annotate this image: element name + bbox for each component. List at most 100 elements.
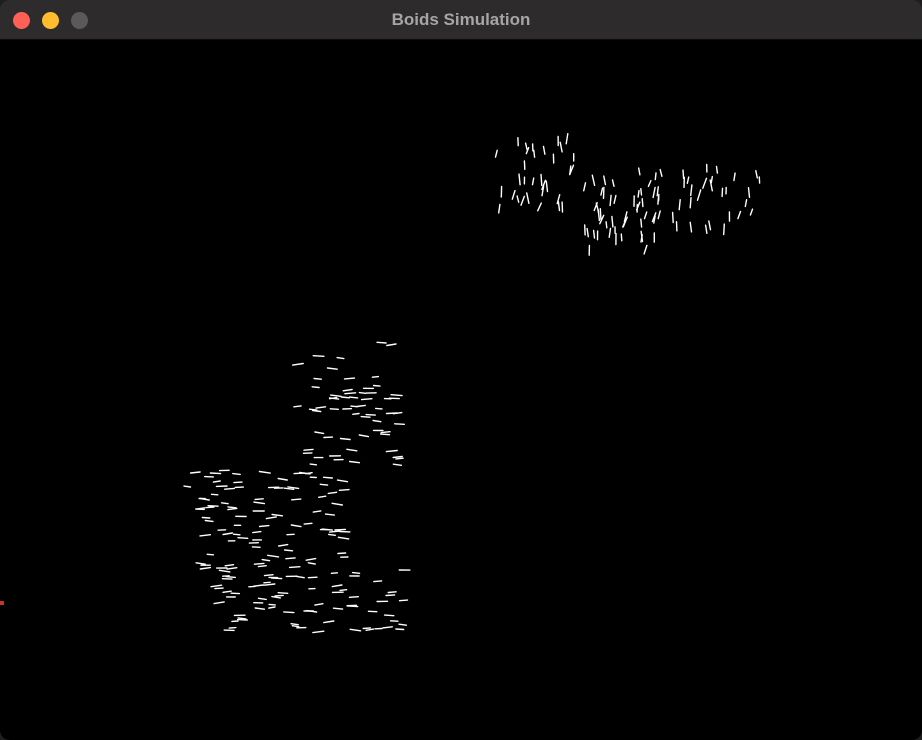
boid [324, 513, 335, 516]
boid [358, 391, 367, 394]
boid [620, 233, 623, 242]
boid [285, 557, 296, 560]
boid [288, 566, 301, 569]
boid [222, 590, 232, 593]
boid [395, 628, 405, 631]
boid [537, 202, 542, 212]
boid [524, 142, 528, 151]
boid [328, 530, 341, 533]
boid [337, 536, 350, 540]
boid [690, 184, 693, 197]
boid [263, 581, 271, 584]
boid [689, 221, 693, 233]
boid [356, 404, 366, 408]
boid [331, 502, 343, 506]
boid [344, 392, 357, 395]
boid [603, 175, 607, 186]
boid [283, 487, 295, 490]
boid [271, 513, 284, 517]
boid [652, 186, 656, 199]
boid [326, 367, 338, 370]
boid [277, 477, 288, 481]
boid [643, 211, 648, 220]
boid [392, 463, 403, 466]
boid [271, 577, 283, 580]
boid [365, 628, 375, 631]
boid [704, 224, 708, 235]
boid [303, 448, 314, 451]
boid [643, 244, 648, 255]
boid [383, 614, 395, 617]
boid [303, 522, 313, 525]
boid [195, 562, 206, 565]
boid [385, 594, 396, 597]
boid [608, 227, 612, 239]
boid [349, 628, 362, 632]
boid [737, 210, 742, 220]
boid [557, 200, 561, 212]
boid [600, 187, 604, 196]
boid [206, 553, 215, 556]
boid [733, 172, 736, 182]
boid [277, 592, 289, 594]
boid [212, 480, 221, 483]
boids-layer [183, 132, 761, 634]
boid [592, 229, 596, 239]
boid [237, 617, 247, 620]
boid [348, 596, 359, 598]
boid [311, 409, 322, 413]
boid [659, 168, 663, 178]
boid [293, 472, 306, 475]
boid [395, 457, 404, 460]
title-bar[interactable]: Boids Simulation [0, 0, 922, 40]
boid [232, 533, 241, 536]
boid [385, 449, 398, 453]
boid [682, 169, 685, 180]
boid [293, 405, 302, 408]
boid [214, 587, 224, 590]
boid [708, 220, 712, 231]
simulation-canvas[interactable] [0, 40, 922, 740]
boid [183, 485, 192, 488]
boid [338, 488, 350, 491]
boid [340, 396, 350, 399]
boid [318, 495, 327, 498]
boid [295, 575, 305, 579]
boid [654, 172, 657, 181]
boid [222, 532, 234, 536]
boid [291, 498, 302, 501]
boid [348, 396, 359, 399]
boid [311, 386, 320, 389]
boid [542, 145, 546, 155]
boid [321, 528, 334, 531]
boid [583, 182, 587, 192]
boid [657, 196, 660, 205]
boid [323, 620, 335, 624]
boid [372, 419, 382, 423]
boid [641, 197, 644, 208]
boid [226, 567, 238, 570]
boid [253, 501, 266, 505]
boid [637, 189, 640, 198]
boid [331, 584, 343, 588]
boid [315, 406, 327, 409]
boid [380, 431, 391, 434]
boid [265, 516, 277, 520]
boid [747, 186, 751, 199]
boid [312, 355, 325, 357]
boid [702, 177, 708, 189]
boid [611, 179, 615, 188]
boid [346, 448, 358, 452]
boid [271, 595, 282, 599]
boid [306, 609, 318, 613]
boid [268, 603, 276, 606]
boid [689, 196, 692, 209]
boid [268, 606, 276, 609]
boid [520, 195, 525, 206]
boid [254, 498, 264, 501]
boid [319, 483, 329, 486]
boid [516, 195, 520, 203]
boid [382, 626, 393, 629]
boid [348, 460, 361, 464]
boid [233, 481, 243, 484]
